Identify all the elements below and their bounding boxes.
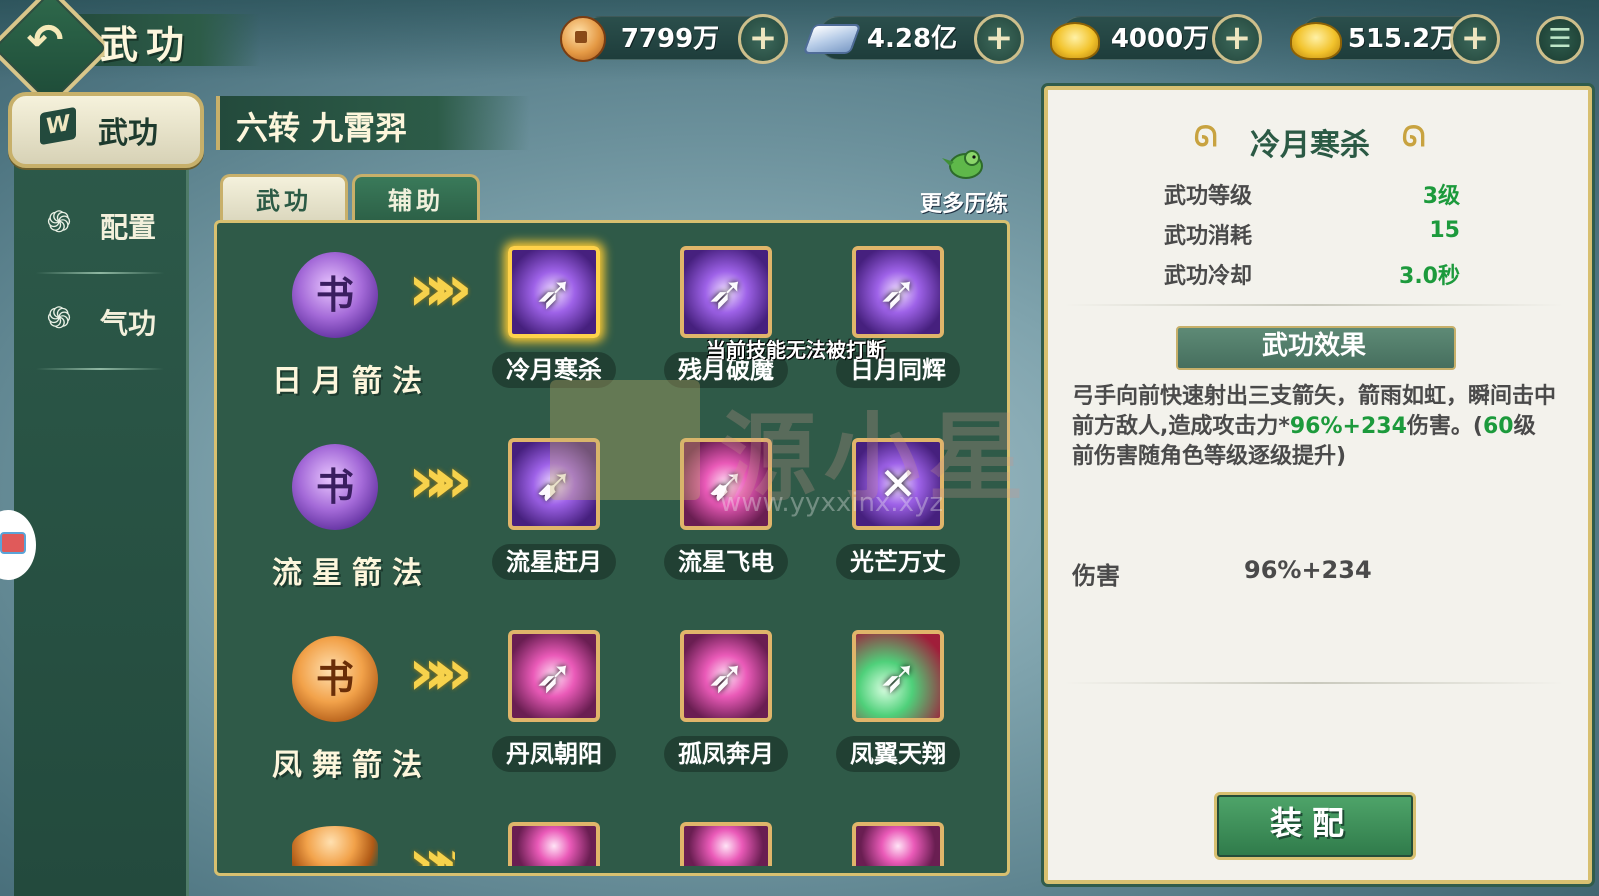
double-chevron-icon: »» [408,252,473,326]
scroll-book-icon: W [40,106,76,146]
sidebar-item-config[interactable]: 配置 [100,206,156,246]
double-chevron-icon: »» [408,444,473,518]
skill-icon-bow[interactable]: ➶ [680,630,772,722]
more-training-label[interactable]: 更多历练 [920,186,1008,218]
menu-list-icon[interactable]: ☰ [1536,16,1584,64]
skill-label: 丹凤朝阳 [492,736,616,772]
double-chevron-icon: »» [408,636,473,710]
equip-button-label: 装配 [1269,804,1354,842]
skill-icon[interactable] [680,822,772,866]
watermark-logo [550,380,700,500]
page-title: 武功 [100,22,193,67]
divider [1064,682,1564,684]
stat-cost-value: 15 [1429,218,1460,243]
cloud-ornament-icon: ᘏ [1194,120,1218,153]
skill-icon-bow[interactable]: ➶ [508,630,600,722]
detail-skill-name: 冷月寒杀 [1250,128,1370,163]
gold-ingot-icon [1050,22,1100,60]
double-chevron-icon: »» [408,826,455,866]
add-silver-button[interactable]: + [974,14,1024,64]
skill-icon-bow[interactable]: ➶ [852,246,944,338]
skill-icon-bow[interactable]: ➶ [508,246,600,338]
skill-label: 流星赶月 [492,544,616,580]
skill-icon[interactable] [508,822,600,866]
premium-ingot-icon [1290,22,1342,60]
row-name: 凤舞箭法 [272,748,432,783]
divider [1064,304,1564,306]
damage-key: 伤害 [1072,562,1120,590]
copper-coin-value: 7799万 [620,24,720,54]
stat-cooldown-key: 武功冷却 [1164,264,1253,289]
stat-cooldown-value: 3.0秒 [1399,264,1460,289]
skill-book-icon[interactable] [292,826,378,866]
skill-description: 弓手向前快速射出三支箭矢，箭雨如虹，瞬间击中前方敌人,造成攻击力*96%+234… [1072,384,1557,469]
watermark-url: www.yyxxinx.xyz [720,488,943,518]
sidebar-divider [36,272,164,274]
section-title: 六转 九霄羿 [236,109,408,147]
skill-icon-bow[interactable]: ➶ [852,630,944,722]
row-name: 日月箭法 [272,364,432,399]
skill-icon-bow[interactable]: ➶ [680,246,772,338]
effect-title: 武功效果 [1261,331,1366,361]
sidebar-divider [36,368,164,370]
row-name: 流星箭法 [272,556,432,591]
premium-ingot-value: 515.2万 [1347,24,1457,54]
swirl-icon: ֍ [46,205,72,240]
stat-cost-key: 武功消耗 [1164,224,1253,249]
skill-label: 凤翼天翔 [836,736,960,772]
green-bird-icon[interactable] [942,140,990,184]
skill-detail-panel [1044,86,1592,884]
cloud-ornament-icon: ᘏ [1402,120,1426,153]
sidebar-item-qigong[interactable]: 气功 [100,302,156,342]
damage-value: 96%+234 [1244,556,1372,584]
skill-label: 孤凤奔月 [664,736,788,772]
silver-ingot-value: 4.28亿 [866,24,958,54]
skill-book-icon[interactable]: 书 [292,252,378,338]
back-arrow-icon: ↶ [26,15,64,66]
chat-icon [0,532,26,554]
uninterruptible-tooltip: 当前技能无法被打断 [706,338,886,362]
sidebar-item-martial-label: 武功 [98,116,158,151]
copper-coin-icon [560,16,606,62]
skill-book-icon[interactable]: 书 [292,636,378,722]
swirl-icon: ֍ [46,301,72,336]
skill-book-icon[interactable]: 书 [292,444,378,530]
skill-label: 流星飞电 [664,544,788,580]
skill-label: 光芒万丈 [836,544,960,580]
skill-icon[interactable] [852,822,944,866]
add-gold-button[interactable]: + [1212,14,1262,64]
add-copper-button[interactable]: + [738,14,788,64]
tab-martial[interactable]: 武功 [220,174,348,225]
tab-assist[interactable]: 辅助 [352,174,480,225]
stat-level-key: 武功等级 [1164,184,1253,209]
gold-ingot-value: 4000万 [1110,24,1210,54]
add-premium-button[interactable]: + [1450,14,1500,64]
stat-level-value: 3级 [1422,184,1460,209]
